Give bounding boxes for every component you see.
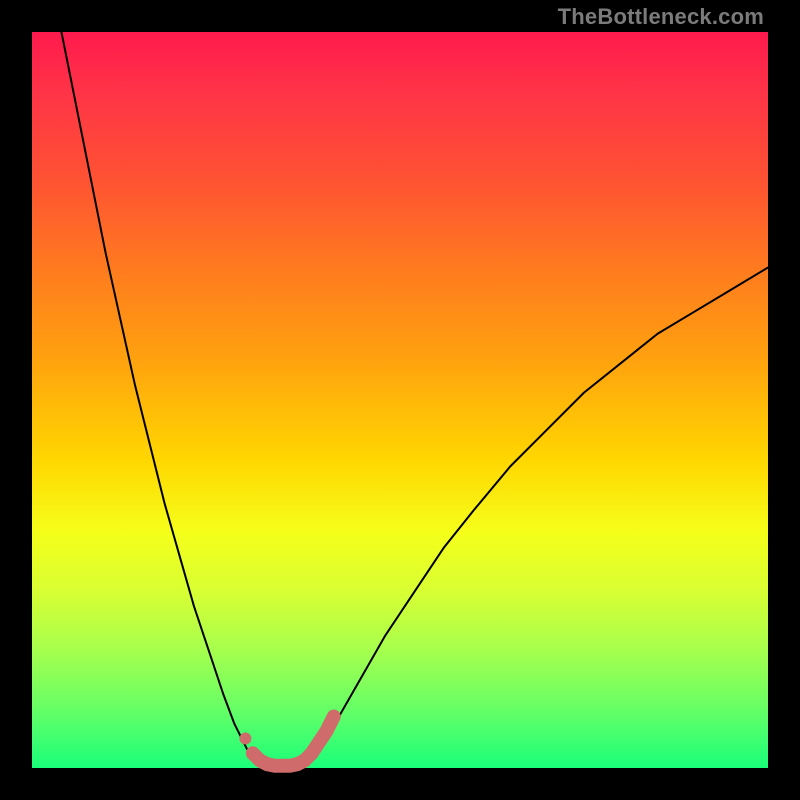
watermark-text: TheBottleneck.com — [558, 4, 764, 30]
series-valley-highlight-left — [253, 753, 312, 766]
series-right-branch — [312, 268, 768, 761]
series-valley-highlight-right-tail — [312, 716, 334, 753]
outer-frame: TheBottleneck.com — [0, 0, 800, 800]
chart-svg — [32, 32, 768, 768]
series-valley-highlight-dot — [239, 733, 251, 745]
series-left-branch — [61, 32, 252, 761]
